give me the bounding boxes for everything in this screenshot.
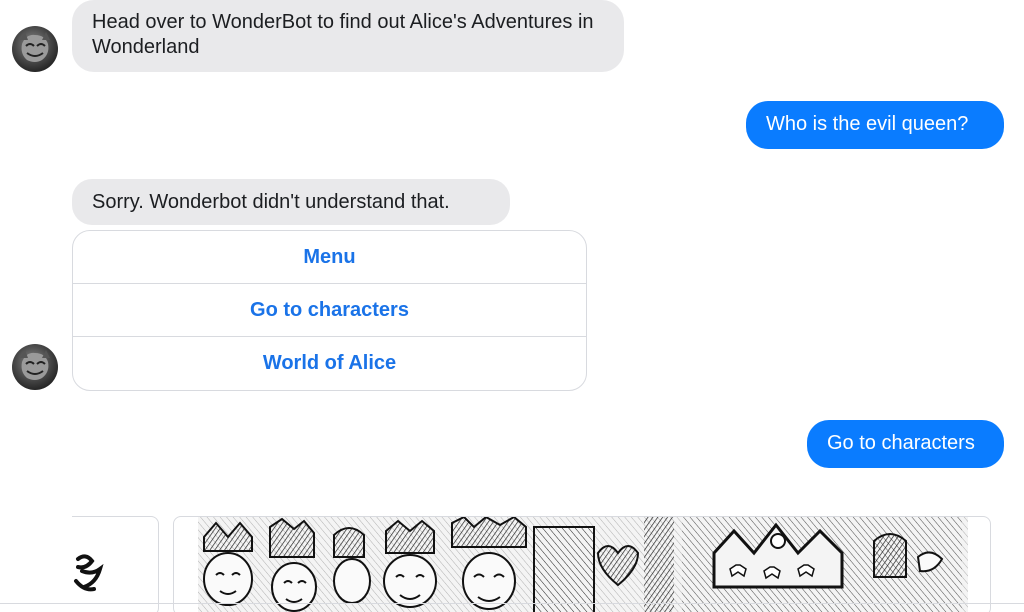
bot-avatar	[12, 26, 58, 72]
user-message-choice-text: Go to characters	[827, 432, 975, 454]
bot-message-welcome-text: Head over to WonderBot to find out Alice…	[92, 11, 594, 58]
card-engraving-image	[198, 517, 968, 612]
quick-reply-world-of-alice-label: World of Alice	[262, 352, 397, 374]
user-message-choice: Go to characters	[807, 420, 1004, 468]
quick-reply-world-of-alice[interactable]: World of Alice	[73, 337, 586, 390]
bot-message-welcome: Head over to WonderBot to find out Alice…	[72, 0, 624, 72]
quick-replies-card: Menu Go to characters World of Alice	[72, 230, 587, 391]
user-message-question: Who is the evil queen?	[746, 101, 1004, 149]
bot-avatar	[12, 344, 58, 390]
quick-reply-menu-label: Menu	[303, 245, 356, 268]
quick-reply-menu[interactable]: Menu	[73, 231, 586, 284]
user-message-question-text: Who is the evil queen?	[766, 113, 969, 135]
carousel-card-previous[interactable]	[72, 516, 159, 612]
bot-message-fallback: Sorry. Wonderbot didn't understand that.	[72, 179, 510, 225]
quick-reply-go-to-characters-label: Go to characters	[250, 298, 409, 321]
bot-message-fallback-text: Sorry. Wonderbot didn't understand that.	[92, 191, 450, 213]
quick-reply-go-to-characters[interactable]: Go to characters	[73, 284, 586, 337]
composer-divider	[0, 603, 1024, 604]
carousel-card-image-fragment	[74, 554, 104, 592]
carousel-card-characters[interactable]	[173, 516, 991, 612]
